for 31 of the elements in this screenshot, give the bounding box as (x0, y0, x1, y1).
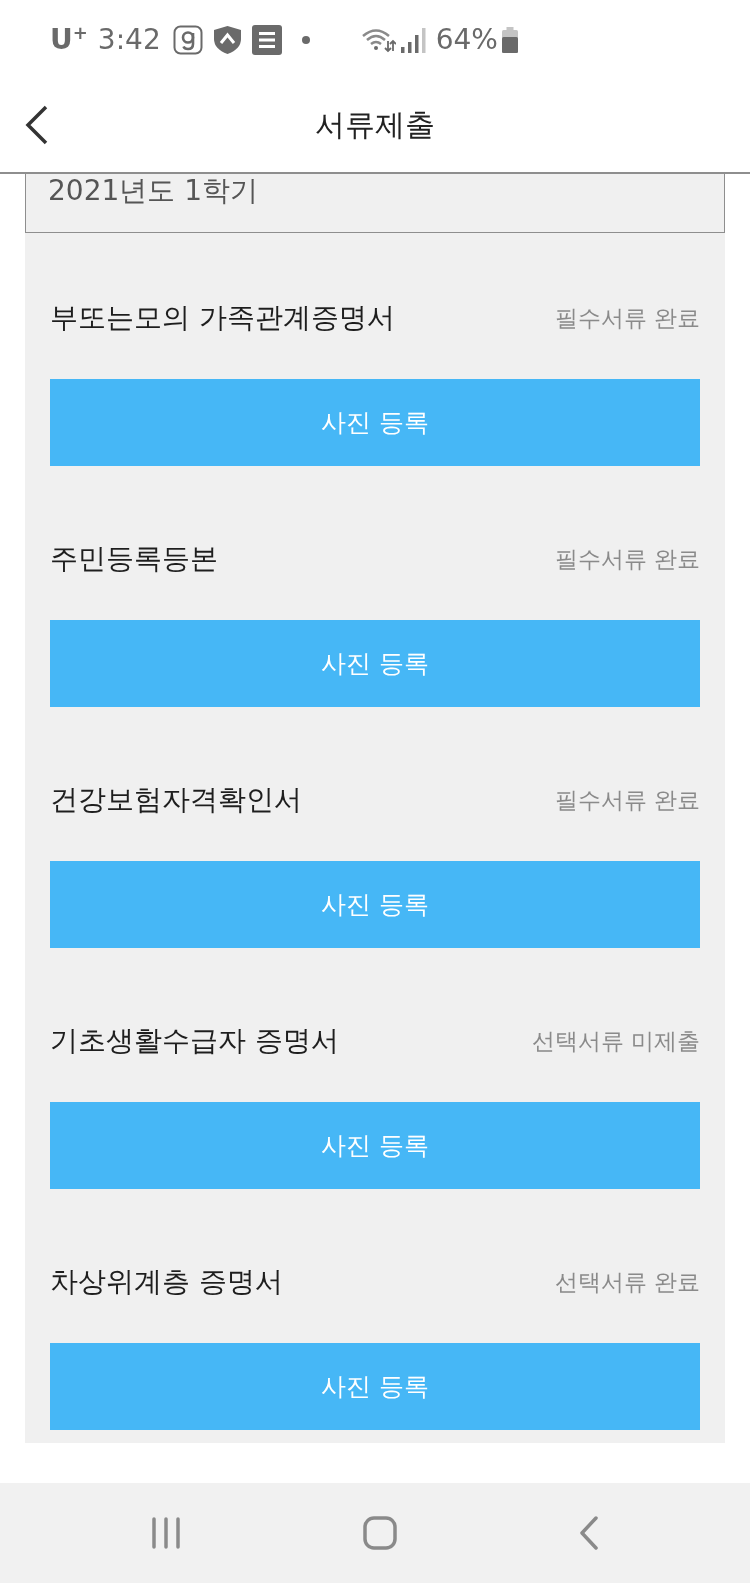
battery-icon (501, 27, 518, 53)
document-name: 부또는모의 가족관계증명서 (50, 300, 395, 336)
shield-icon (212, 25, 242, 55)
signal-icon (399, 27, 426, 53)
document-status: 필수서류 완료 (554, 545, 700, 574)
document-status: 필수서류 완료 (554, 786, 700, 815)
document-status: 필수서류 완료 (554, 304, 700, 333)
page-title: 서류제출 (315, 106, 435, 144)
semester-select[interactable]: 2021년도 1학기 (25, 174, 725, 233)
document-name: 기초생활수급자 증명서 (50, 1023, 339, 1059)
photo-upload-button[interactable]: 사진 등록 (50, 861, 700, 948)
wifi-icon (361, 27, 396, 53)
chevron-left-icon (25, 105, 49, 145)
photo-upload-button[interactable]: 사진 등록 (50, 1343, 700, 1430)
document-name: 건강보험자격확인서 (50, 782, 302, 818)
document-icon (251, 25, 282, 55)
document-status: 선택서류 완료 (554, 1268, 700, 1297)
photo-upload-button[interactable]: 사진 등록 (50, 1102, 700, 1189)
document-name: 주민등록등본 (50, 541, 218, 577)
photo-upload-button[interactable]: 사진 등록 (50, 379, 700, 466)
battery-percent: 64% (435, 23, 498, 57)
photo-upload-button[interactable]: 사진 등록 (50, 620, 700, 707)
letter-g-icon (172, 25, 203, 55)
rounded-square-icon (363, 1516, 397, 1550)
three-bars-icon (151, 1517, 181, 1549)
document-name: 차상위계층 증명서 (50, 1264, 283, 1300)
document-status: 선택서류 미제출 (531, 1027, 700, 1056)
notification-dot-icon (301, 36, 310, 44)
carrier-label: U$^{+}$ (50, 23, 88, 57)
chevron-left-icon (579, 1516, 599, 1550)
clock-time: 3:42 (97, 23, 161, 57)
